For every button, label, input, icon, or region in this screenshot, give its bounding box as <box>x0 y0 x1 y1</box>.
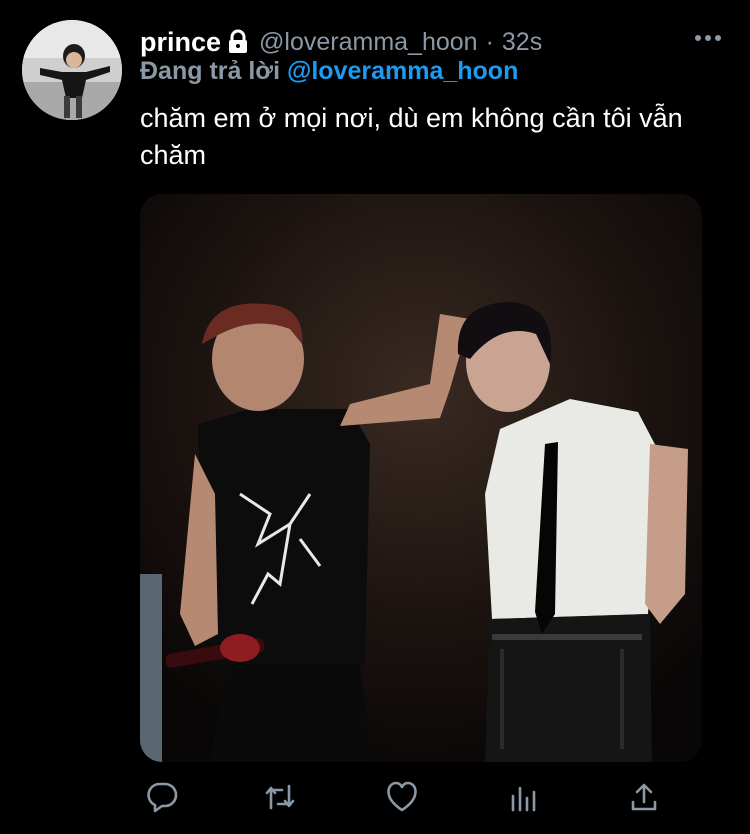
tweet-text: chăm em ở mọi nơi, dù em không cần tôi v… <box>140 103 683 170</box>
concert-photo <box>140 194 702 762</box>
heart-icon[interactable] <box>380 775 424 819</box>
user-handle[interactable]: @loveramma_hoon <box>259 28 478 57</box>
tweet-actions <box>140 775 680 819</box>
replying-to-label: Đang trả lời <box>140 57 281 85</box>
more-icon[interactable] <box>690 24 726 52</box>
separator-dot: · <box>485 27 494 56</box>
tweet-photo[interactable] <box>140 194 702 762</box>
retweet-icon[interactable] <box>258 775 302 819</box>
avatar[interactable] <box>22 20 122 120</box>
tweet[interactable]: prince @loveramma_hoon · 32s Đang trả lờ… <box>0 0 750 834</box>
replying-to-handle[interactable]: @loveramma_hoon <box>287 57 518 85</box>
stats-icon[interactable] <box>502 775 546 819</box>
reply-icon[interactable] <box>140 775 184 819</box>
tweet-header: prince @loveramma_hoon · 32s <box>140 24 700 60</box>
avatar-image <box>22 20 122 120</box>
replying-to: Đang trả lời @loveramma_hoon <box>140 57 518 89</box>
display-name[interactable]: prince <box>140 27 221 58</box>
share-icon[interactable] <box>622 775 666 819</box>
timestamp[interactable]: 32s <box>502 28 542 57</box>
lock-icon <box>225 29 251 55</box>
